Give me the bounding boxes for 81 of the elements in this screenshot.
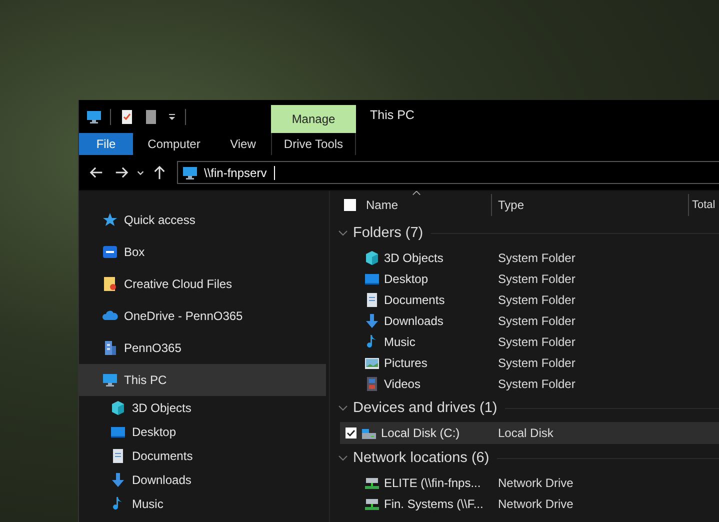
monitor-icon (102, 372, 118, 388)
file-name: Local Disk (C:) (381, 426, 460, 440)
caret-icon[interactable] (136, 168, 145, 177)
star-icon (102, 212, 118, 228)
file-type: Local Disk (497, 426, 554, 440)
file-type: Network Drive (497, 476, 574, 490)
monitor-icon (110, 424, 126, 440)
file-type: System Folder (497, 272, 576, 286)
building-icon (102, 340, 118, 356)
monitor-icon[interactable] (86, 108, 102, 124)
monitor-icon (182, 164, 198, 180)
column-header[interactable]: Type (492, 198, 530, 212)
group-header[interactable]: Network locations (6) (353, 450, 490, 466)
file-row[interactable]: Fin. Systems (\\F... Network Drive (330, 493, 719, 514)
sidebar-item[interactable]: Creative Cloud Files (79, 268, 329, 300)
file-type: System Folder (497, 250, 576, 264)
column-header[interactable]: Total (689, 199, 716, 211)
sidebar-item[interactable]: Documents (79, 444, 329, 468)
document-icon (110, 448, 126, 464)
sidebar-item[interactable]: Music (79, 492, 329, 516)
checklist-icon[interactable] (119, 108, 135, 124)
file-name: Fin. Systems (\\F... (384, 496, 484, 510)
document-icon[interactable] (143, 108, 159, 124)
group-header[interactable]: Devices and drives (1) (353, 400, 498, 416)
sidebar-item[interactable]: Quick access (79, 204, 329, 236)
file-row[interactable]: 3D Objects System Folder (330, 247, 719, 268)
file-row[interactable]: Local Disk (C:) Local Disk (340, 422, 719, 444)
file-name: Documents (384, 292, 445, 306)
cube-icon (110, 400, 126, 416)
checkbox-checked-icon[interactable] (345, 427, 357, 439)
square-logo-icon (102, 244, 118, 260)
forward-arrow-icon[interactable] (114, 165, 129, 180)
film-icon (364, 376, 380, 392)
group-header[interactable]: Folders (7) (353, 225, 424, 241)
chevron-icon[interactable] (338, 228, 348, 238)
ribbon-tab[interactable]: File (79, 133, 133, 155)
file-type: System Folder (497, 334, 576, 348)
sidebar-item[interactable]: 3D Objects (79, 396, 329, 420)
file-row[interactable]: Videos System Folder (330, 373, 719, 394)
sort-caret-icon (412, 191, 421, 196)
file-row[interactable]: Pictures System Folder (330, 352, 719, 373)
file-name: ELITE (\\fin-fnps... (384, 476, 481, 490)
download-arrow-icon (110, 472, 126, 488)
column-header[interactable]: Name (366, 198, 404, 212)
file-type: System Folder (497, 356, 576, 370)
select-all-checkbox[interactable] (344, 199, 356, 211)
chevron-icon[interactable] (338, 453, 348, 463)
document-icon (102, 276, 118, 292)
file-name: Desktop (384, 272, 428, 286)
file-row[interactable]: ELITE (\\fin-fnps... Network Drive (330, 472, 719, 493)
cube-icon (364, 250, 380, 266)
sidebar-item[interactable]: PennO365 (79, 332, 329, 364)
file-name: Downloads (384, 314, 444, 328)
window-title: This PC (369, 108, 414, 122)
sidebar-item[interactable]: Box (79, 236, 329, 268)
sidebar-item[interactable]: OneDrive - PennO365 (79, 300, 329, 332)
file-name: 3D Objects (384, 250, 444, 264)
file-type: System Folder (497, 292, 576, 306)
file-row[interactable]: Documents System Folder (330, 289, 719, 310)
download-arrow-icon (364, 312, 380, 328)
document-icon (364, 292, 380, 308)
ribbon-tab[interactable]: Computer (133, 133, 215, 155)
sidebar-item[interactable]: This PC (79, 364, 326, 396)
address-field[interactable]: \\fin-fnpserv (177, 161, 719, 184)
file-name: Pictures (384, 356, 428, 370)
context-tab-header: Manage (271, 105, 356, 133)
sidebar-item[interactable]: Desktop (79, 420, 329, 444)
file-type: System Folder (497, 314, 576, 328)
file-row[interactable]: Downloads System Folder (330, 310, 719, 331)
file-name: Music (384, 334, 416, 348)
sidebar-item[interactable]: Downloads (79, 468, 329, 492)
dropdown-caret-icon[interactable] (167, 112, 177, 122)
ribbon-tab[interactable]: View (215, 133, 271, 155)
up-arrow-icon[interactable] (152, 165, 167, 180)
file-type: System Folder (497, 376, 576, 390)
file-row[interactable]: Music System Folder (330, 331, 719, 352)
file-name: Videos (384, 376, 420, 390)
file-row[interactable]: Desktop System Folder (330, 268, 719, 289)
file-type: Network Drive (497, 496, 574, 510)
back-arrow-icon[interactable] (89, 165, 104, 180)
chevron-icon[interactable] (338, 403, 348, 413)
